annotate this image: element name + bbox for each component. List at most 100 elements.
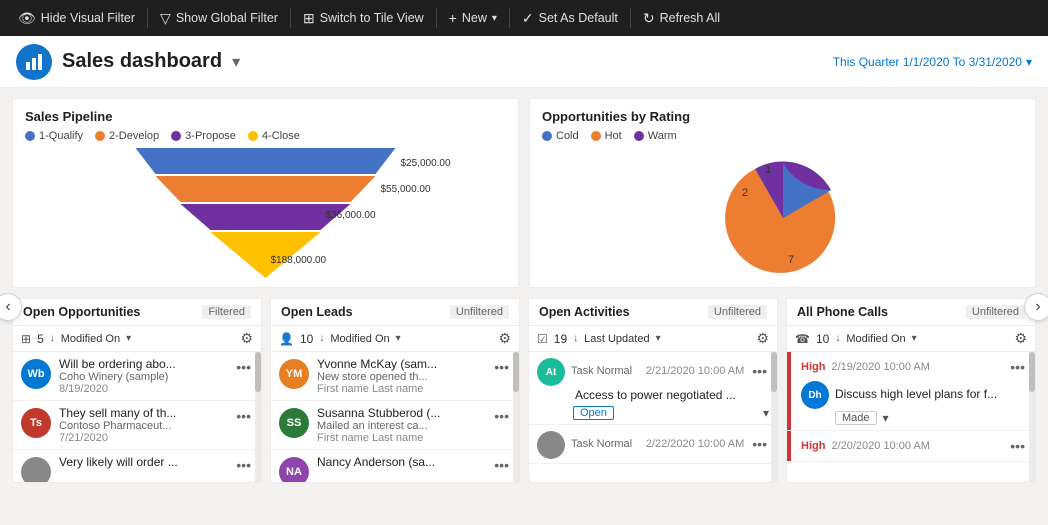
opportunities-rating-title: Opportunities by Rating (542, 109, 1023, 124)
develop-dot (95, 131, 105, 141)
item-more-btn[interactable]: ••• (750, 361, 769, 381)
title-chevron-icon[interactable]: ▾ (232, 52, 240, 72)
item-title: Very likely will order ... (59, 455, 226, 469)
scroll-thumb[interactable] (1029, 352, 1035, 392)
phone-date: 2/19/2020 10:00 AM (831, 361, 929, 373)
legend-hot: Hot (591, 130, 622, 142)
scroll-thumb[interactable] (771, 352, 777, 392)
phone-filter-btn[interactable]: ⚙ (1014, 330, 1027, 347)
activity-status-row: Open ▾ (537, 406, 769, 420)
next-arrow-button[interactable]: › (1024, 293, 1048, 321)
scroll-thumb[interactable] (255, 352, 261, 392)
item-subtitle: New store opened th... (317, 371, 484, 383)
phone-badge: Unfiltered (966, 305, 1025, 319)
list-item: NA Nancy Anderson (sa... ••• (271, 450, 519, 482)
leads-sort-chevron-icon[interactable]: ▾ (396, 333, 401, 344)
list-item: Very likely will order ... ••• (13, 450, 261, 482)
svg-text:$55,000.00: $55,000.00 (381, 184, 431, 195)
open-chevron-icon[interactable]: ▾ (763, 406, 769, 420)
activity-row1: At Task Normal 2/21/2020 10:00 AM ••• (537, 356, 769, 386)
open-act-controls: ☑ 19 ↓ Last Updated ▾ ⚙ (529, 326, 777, 352)
opp-sort-arrow[interactable]: ↓ (50, 333, 55, 344)
open-leads-card: Open Leads Unfiltered 👤 10 ↓ Modified On… (270, 298, 520, 483)
activity-item: Task Normal 2/22/2020 10:00 AM ••• (529, 425, 777, 464)
act-sort-label: Last Updated (584, 333, 649, 345)
switch-tile-view-button[interactable]: ⊞ Switch to Tile View (293, 0, 434, 36)
leads-filter-btn[interactable]: ⚙ (498, 330, 511, 347)
item-more-btn[interactable]: ••• (492, 357, 511, 377)
phone-subject: Discuss high level plans for f... (835, 387, 997, 401)
phone-controls: ☎ 10 ↓ Modified On ▾ ⚙ (787, 326, 1035, 352)
dashboard-title: Sales dashboard (62, 50, 222, 73)
item-more-btn[interactable]: ••• (234, 357, 253, 377)
show-global-filter-button[interactable]: ▽ Show Global Filter (150, 0, 288, 36)
hot-label: Hot (605, 130, 622, 142)
list-item: YM Yvonne McKay (sam... New store opened… (271, 352, 519, 401)
item-more-btn[interactable]: ••• (750, 434, 769, 454)
item-detail: First name Last name (317, 432, 484, 444)
activity-date: 2/21/2020 10:00 AM (646, 365, 744, 377)
date-chevron-icon: ▾ (1026, 55, 1032, 69)
cold-dot (542, 131, 552, 141)
svg-text:$188,000.00: $188,000.00 (271, 255, 327, 266)
priority-bar (787, 431, 791, 461)
activity-row2: Access to power negotiated ... (537, 388, 769, 402)
sales-pipeline-legend: 1-Qualify 2-Develop 3-Propose 4-Close (25, 130, 506, 142)
scroll-thumb[interactable] (513, 352, 519, 392)
act-sort-chevron-icon[interactable]: ▾ (656, 333, 661, 344)
priority-bar (787, 352, 791, 430)
made-badge: Made (835, 411, 877, 425)
scroll-bar (255, 352, 261, 482)
propose-dot (171, 131, 181, 141)
new-label: New (462, 11, 487, 25)
made-chevron-icon[interactable]: ▾ (883, 411, 889, 425)
item-title: Yvonne McKay (sam... (317, 357, 484, 371)
refresh-all-button[interactable]: ↻ Refresh All (633, 0, 730, 36)
item-title: Susanna Stubberod (... (317, 406, 484, 420)
develop-label: 2-Develop (109, 130, 159, 142)
check-icon: ✓ (522, 10, 534, 27)
item-more-btn[interactable]: ••• (234, 455, 253, 475)
close-label: 4-Close (262, 130, 300, 142)
opp-filter-btn[interactable]: ⚙ (240, 330, 253, 347)
item-more-btn[interactable]: ••• (492, 406, 511, 426)
phone-more-btn[interactable]: ••• (1008, 357, 1027, 377)
legend-propose: 3-Propose (171, 130, 236, 142)
refresh-icon: ↻ (643, 10, 655, 27)
item-subtitle: Coho Winery (sample) (59, 371, 226, 383)
item-title: Will be ordering abo... (59, 357, 226, 371)
item-date: 7/21/2020 (59, 432, 226, 444)
act-filter-btn[interactable]: ⚙ (756, 330, 769, 347)
set-default-button[interactable]: ✓ Set As Default (512, 0, 628, 36)
opp-sort-chevron-icon[interactable]: ▾ (126, 333, 131, 344)
scroll-bar (513, 352, 519, 482)
funnel-container: $25,000.00 $55,000.00 $36,000.00 $188,00… (25, 148, 506, 278)
open-act-badge: Unfiltered (708, 305, 767, 319)
open-leads-badge: Unfiltered (450, 305, 509, 319)
phone-more-btn[interactable]: ••• (1008, 436, 1027, 456)
open-act-header: Open Activities Unfiltered (529, 299, 777, 326)
open-leads-header: Open Leads Unfiltered (271, 299, 519, 326)
scroll-bar (1029, 352, 1035, 482)
item-more-btn[interactable]: ••• (492, 455, 511, 475)
leads-sort-arrow[interactable]: ↓ (319, 333, 324, 344)
hide-visual-filter-button[interactable]: 👁 Hide Visual Filter (8, 0, 145, 36)
filter-icon: ▽ (160, 10, 171, 27)
item-content: Very likely will order ... (59, 455, 226, 469)
leads-person-icon: 👤 (279, 332, 294, 346)
phone-sort-chevron-icon[interactable]: ▾ (912, 333, 917, 344)
set-default-label: Set As Default (539, 11, 618, 25)
phone-sort-arrow[interactable]: ↓ (835, 333, 840, 344)
date-range-selector[interactable]: This Quarter 1/1/2020 To 3/31/2020 ▾ (833, 55, 1032, 69)
phone-item-row3: Made ▾ (795, 411, 1027, 425)
separator-1 (147, 8, 148, 28)
item-more-btn[interactable]: ••• (234, 406, 253, 426)
list-item: Wb Will be ordering abo... Coho Winery (… (13, 352, 261, 401)
act-sort-arrow[interactable]: ↓ (573, 333, 578, 344)
new-button[interactable]: + New ▾ (439, 0, 507, 36)
phone-header: All Phone Calls Unfiltered (787, 299, 1035, 326)
open-opp-badge: Filtered (202, 305, 251, 319)
phone-item-row1: High 2/20/2020 10:00 AM ••• (795, 436, 1027, 456)
separator-5 (630, 8, 631, 28)
hide-filter-label: Hide Visual Filter (41, 11, 135, 25)
